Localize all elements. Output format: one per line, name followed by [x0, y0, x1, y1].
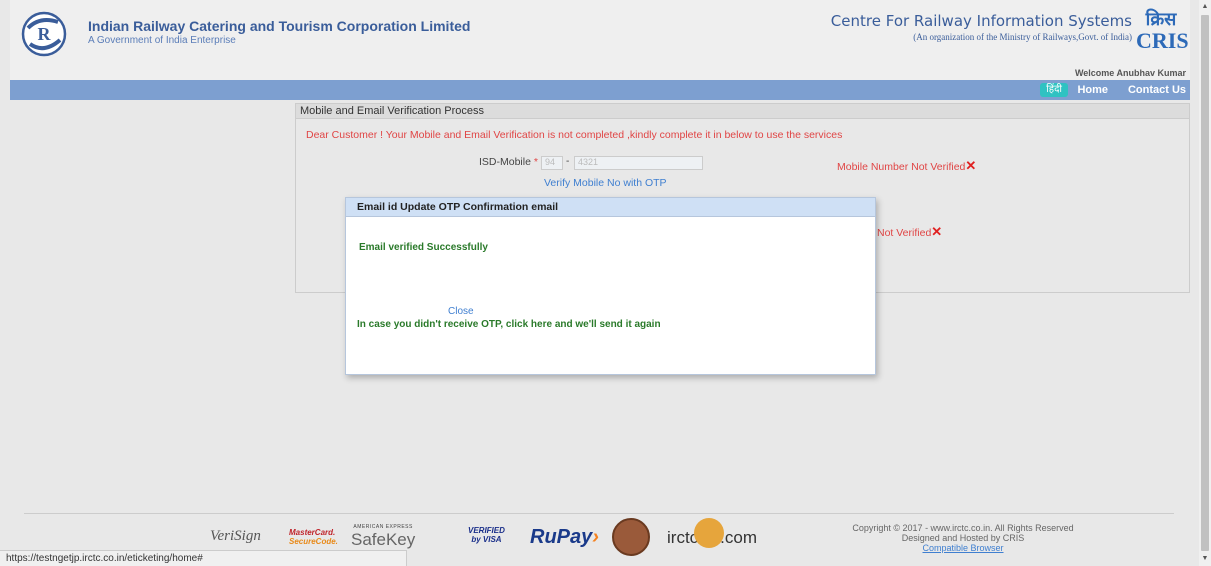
- verification-warning: Dear Customer ! Your Mobile and Email Ve…: [306, 129, 843, 141]
- irctc-tourism-text-2: .com: [720, 528, 758, 547]
- vbv-text-2: by VISA: [471, 535, 502, 544]
- cris-logo: क्रिस CRIS: [1136, 9, 1189, 56]
- isd-separator: -: [566, 156, 570, 167]
- isd-code-field[interactable]: 94: [541, 156, 563, 170]
- verified-by-visa-logo: VERIFIED by VISA: [468, 526, 505, 544]
- email-status: Not Verified✕: [877, 224, 942, 240]
- railway-seal-icon: [612, 518, 650, 556]
- org-title: Indian Railway Catering and Tourism Corp…: [88, 18, 471, 34]
- mobile-number-field[interactable]: 4321: [574, 156, 703, 170]
- isd-mobile-label: ISD-Mobile *: [479, 156, 538, 168]
- mobile-status-text: Mobile Number Not Verified: [837, 161, 966, 173]
- verify-mobile-link[interactable]: Verify Mobile No with OTP: [544, 177, 667, 189]
- nav-bar: हिंदी Home Contact Us: [10, 80, 1190, 100]
- mastercard-text: MasterCard.: [289, 528, 336, 537]
- irctc-tourism-logo: irctc .com: [667, 517, 758, 548]
- cris-title: Centre For Railway Information Systems: [830, 12, 1132, 30]
- rupay-text: RuPay: [530, 526, 593, 548]
- welcome-text: Welcome Anubhav Kumar: [1074, 68, 1186, 78]
- scroll-up-icon[interactable]: ▲: [1199, 0, 1211, 14]
- scroll-down-icon[interactable]: ▼: [1199, 552, 1211, 566]
- cris-logo-text: CRIS: [1136, 28, 1189, 53]
- rupay-logo: RuPay›: [530, 526, 599, 549]
- footer-divider: [24, 513, 1174, 514]
- isd-mobile-label-text: ISD-Mobile: [479, 156, 531, 168]
- nav-home-link[interactable]: Home: [1077, 84, 1108, 96]
- close-link[interactable]: Close: [448, 306, 474, 317]
- securecode-text: SecureCode.: [289, 537, 338, 546]
- email-status-text: Not Verified: [877, 227, 932, 239]
- irctc-logo: R: [21, 11, 67, 57]
- language-hindi-button[interactable]: हिंदी: [1040, 83, 1068, 97]
- success-message: Email verified Successfully: [359, 242, 488, 253]
- browser-status-bar: https://testngetjp.irctc.co.in/eticketin…: [0, 550, 407, 566]
- cris-logo-hindi: क्रिस: [1145, 9, 1177, 30]
- amex-safekey-logo: AMERICAN EXPRESS SafeKey: [351, 524, 415, 550]
- svg-text:R: R: [38, 24, 52, 44]
- mastercard-securecode-logo: MasterCard. SecureCode.: [289, 528, 338, 546]
- required-mark: *: [533, 156, 538, 168]
- close-icon: ✕: [931, 224, 943, 239]
- scroll-thumb[interactable]: [1201, 15, 1209, 551]
- mobile-status: Mobile Number Not Verified✕: [837, 158, 976, 174]
- panel-title: Mobile and Email Verification Process: [296, 104, 1189, 119]
- resend-otp-link[interactable]: In case you didn't receive OTP, click he…: [357, 319, 661, 330]
- rupay-arrow-icon: ›: [592, 526, 599, 548]
- page-header: R Indian Railway Catering and Tourism Co…: [10, 0, 1190, 80]
- nav-contact-link[interactable]: Contact Us: [1128, 84, 1186, 96]
- vbv-text-1: VERIFIED: [468, 526, 505, 535]
- cris-subtitle: (An organization of the Ministry of Rail…: [913, 32, 1132, 42]
- compatible-browser-link[interactable]: Compatible Browser: [843, 543, 1083, 553]
- otp-confirmation-dialog: Email id Update OTP Confirmation email E…: [345, 197, 876, 375]
- verisign-logo: VeriSign: [210, 528, 261, 544]
- copyright-block: Copyright © 2017 - www.irctc.co.in. All …: [843, 523, 1083, 553]
- vertical-scrollbar[interactable]: ▲ ▼: [1199, 0, 1211, 566]
- copyright-text: Copyright © 2017 - www.irctc.co.in. All …: [852, 523, 1074, 533]
- org-subtitle: A Government of India Enterprise: [88, 35, 236, 46]
- dialog-title: Email id Update OTP Confirmation email: [346, 198, 875, 217]
- safekey-text: SafeKey: [351, 530, 416, 549]
- designed-by-text: Designed and Hosted by CRIS: [901, 533, 1025, 543]
- close-icon: ✕: [965, 158, 977, 173]
